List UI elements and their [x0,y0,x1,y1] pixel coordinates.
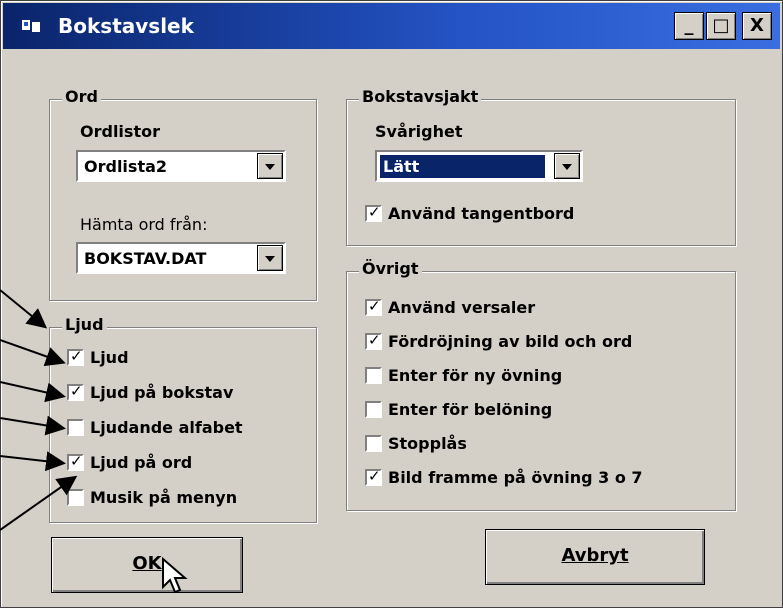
ljud-group: Ljud Ljud Ljud på bokstav Ljudande alfabet… [49,315,317,523]
checkbox-label: Ljud på bokstav [90,383,234,402]
checkbox-label: Ljudande alfabet [90,418,243,437]
svarighet-value: Lätt [380,155,545,178]
avbryt-label: Avbryt [561,545,629,566]
checkbox-label: Fördröjning av bild och ord [388,332,633,351]
checkbox-item[interactable]: Ljud [67,347,129,367]
hamta-combo[interactable]: BOKSTAV.DAT [76,242,286,274]
avbryt-button[interactable]: Avbryt [485,529,705,585]
ordlistor-combo[interactable]: Ordlista2 [76,150,286,182]
checkbox-label: Enter för ny övning [388,366,563,385]
dialog-window: Bokstavslek _ □ X Ord Ordlistor Ordlista… [0,0,783,608]
minimize-icon: _ [684,15,694,36]
checkbox-label: Använd versaler [388,298,536,317]
checkbox-box[interactable] [365,435,382,452]
checkbox-box[interactable] [365,467,382,486]
ljud-legend: Ljud [62,315,107,334]
checkbox-box[interactable] [365,401,382,418]
checkbox-box[interactable] [67,452,84,471]
minimize-button[interactable]: _ [674,12,704,40]
checkbox-item[interactable]: Enter för ny övning [365,366,562,385]
checkbox-label: Stopplås [388,434,467,453]
checkbox-item[interactable]: Ljudande alfabet [67,418,243,437]
svarighet-combo[interactable]: Lätt [375,150,583,182]
hamta-value: BOKSTAV.DAT [84,249,207,268]
checkbox-label: Enter för belöning [388,400,553,419]
checkbox-box[interactable] [67,382,84,401]
checkbox-item[interactable]: Fördröjning av bild och ord [365,331,633,351]
close-button[interactable]: X [742,12,772,40]
checkbox-item[interactable]: Musik på menyn [67,488,237,507]
title-bar[interactable]: Bokstavslek _ □ X [3,3,780,49]
ok-button[interactable]: OK [51,537,243,593]
checkbox-item[interactable]: Stopplås [365,434,467,453]
checkbox-item[interactable]: Enter för belöning [365,400,552,419]
checkbox-label: Ljud på ord [90,453,193,472]
close-icon: X [750,15,764,36]
chevron-down-icon[interactable] [554,153,580,179]
svarighet-label: Svårighet [375,122,463,141]
checkbox-item[interactable]: Bild framme på övning 3 o 7 [365,467,643,487]
mouse-cursor-icon [162,557,188,594]
maximize-icon: □ [712,15,730,36]
checkbox-box[interactable] [67,347,84,366]
checkbox-box[interactable] [365,331,382,350]
window-title: Bokstavslek [58,14,194,38]
ordlistor-value: Ordlista2 [84,157,168,176]
app-icon [22,20,40,32]
chevron-down-icon[interactable] [257,153,283,179]
checkbox-item[interactable]: Använd versaler [365,297,536,317]
checkbox-box[interactable] [67,419,84,436]
ord-legend: Ord [62,87,101,106]
ord-group: Ord Ordlistor Ordlista2 Hämta ord från: … [49,87,317,301]
maximize-button[interactable]: □ [706,12,736,40]
checkbox-label: Musik på menyn [90,488,238,507]
checkbox-label: Bild framme på övning 3 o 7 [388,468,643,487]
checkbox-label: Ljud [90,348,129,367]
checkbox-box[interactable] [365,203,382,222]
ok-label: OK [132,553,162,574]
bokstavsjakt-group: Bokstavsjakt Svårighet Lätt Använd tange… [346,87,736,246]
tangentbord-checkbox[interactable]: Använd tangentbord [365,203,575,223]
bokstavsjakt-legend: Bokstavsjakt [359,87,482,106]
checkbox-item[interactable]: Ljud på bokstav [67,382,234,402]
chevron-down-icon[interactable] [257,245,283,271]
ovrigt-group: Övrigt Använd versaler Fördröjning av bil… [346,259,736,511]
checkbox-item[interactable]: Ljud på ord [67,452,193,472]
tangentbord-label: Använd tangentbord [388,204,575,223]
checkbox-box[interactable] [365,297,382,316]
ordlistor-label: Ordlistor [80,122,160,141]
hamta-label: Hämta ord från: [80,215,208,234]
checkbox-box[interactable] [365,367,382,384]
ovrigt-legend: Övrigt [359,259,422,278]
checkbox-box[interactable] [67,489,84,506]
